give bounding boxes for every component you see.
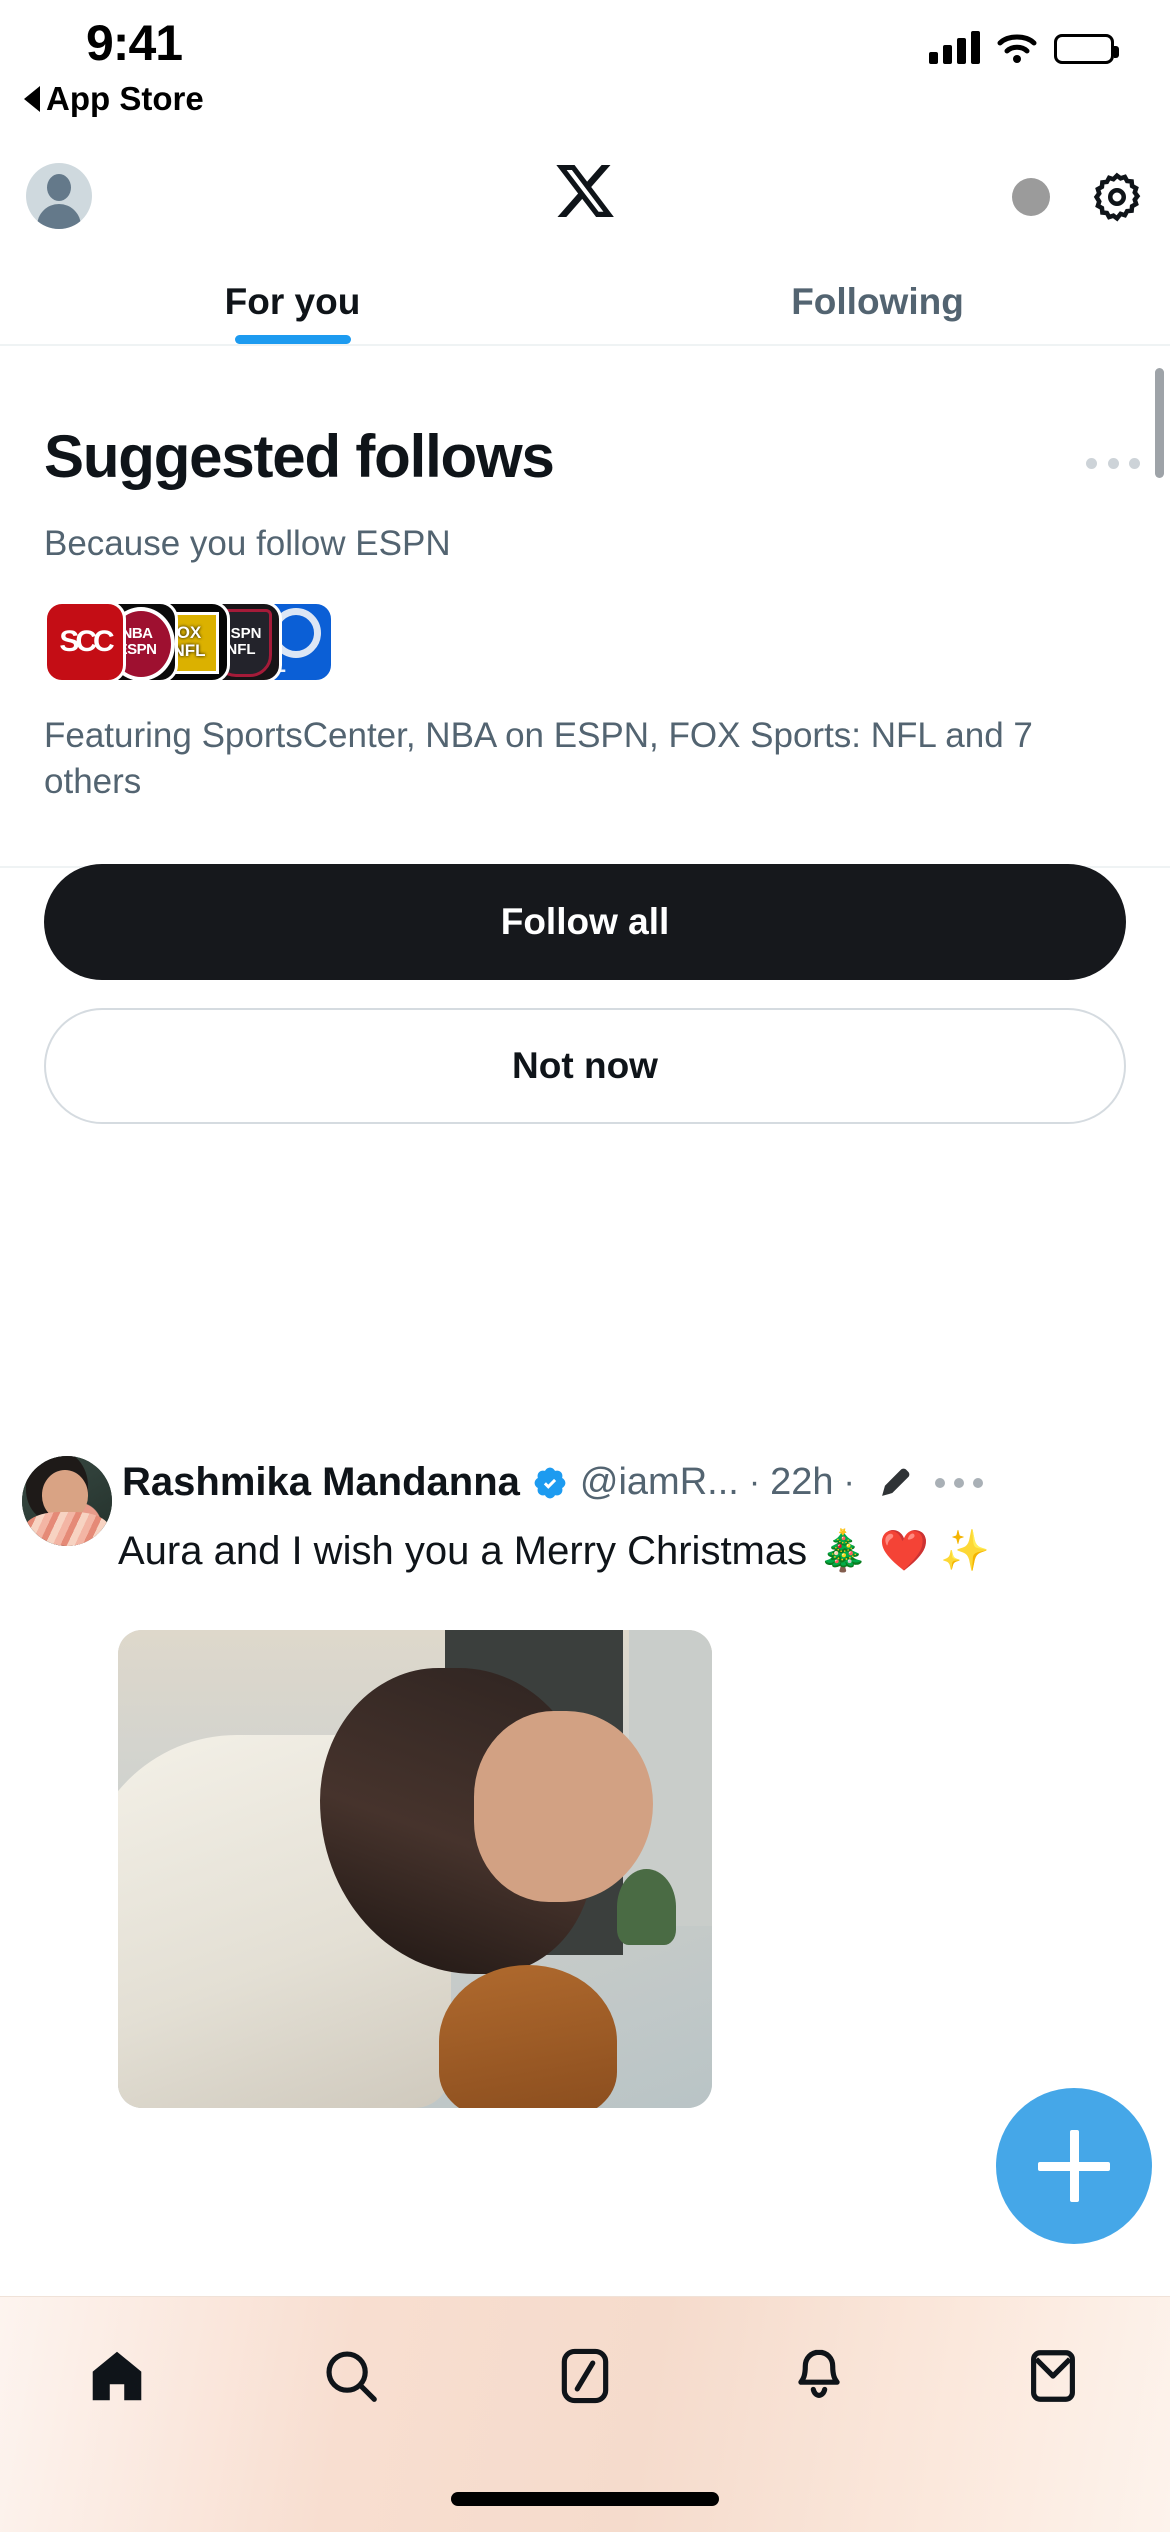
follow-all-button[interactable]: Follow all (44, 864, 1126, 980)
tweet-separator-2: · (843, 1463, 855, 1501)
media-dog (438, 1964, 617, 2108)
status-bar: 9:41 App Store (0, 0, 1170, 150)
nav-item-messages[interactable] (936, 2321, 1170, 2431)
home-indicator (451, 2492, 719, 2506)
verified-badge-icon (534, 1467, 566, 1498)
grok-icon[interactable] (1012, 178, 1050, 216)
battery-icon (1054, 34, 1119, 64)
tweet-timestamp: 22h (770, 1461, 834, 1503)
tweet-avatar-shirt (24, 1512, 110, 1546)
status-bar-indicators (929, 30, 1119, 64)
plus-icon-vertical (1069, 2130, 1079, 2202)
grok-slash-icon (561, 2348, 609, 2404)
media-plant (616, 1869, 677, 1946)
not-now-button[interactable]: Not now (44, 1008, 1126, 1124)
scrollbar[interactable] (1155, 368, 1164, 478)
bottom-nav-items (0, 2321, 1170, 2431)
edit-pencil-icon (881, 1468, 910, 1496)
tab-for-you-label: For you (224, 281, 361, 322)
tab-active-indicator (234, 335, 351, 344)
app-top-bar (0, 150, 1170, 260)
suggested-follows-subtitle: Because you follow ESPN (44, 524, 451, 563)
search-icon (326, 2351, 377, 2402)
app-screen: 9:41 App Store For you Following Suggest… (0, 0, 1170, 2532)
back-label: App Store (46, 80, 204, 117)
avatar-sportscenter-mark: SCC (59, 625, 114, 658)
tweet-card[interactable]: Rashmika Mandanna @iamR... · 22h · Aura … (0, 1418, 1170, 2244)
mail-icon (1031, 2350, 1075, 2402)
tweet-more-icon[interactable] (934, 1470, 983, 1496)
tab-for-you[interactable]: For you (0, 260, 585, 344)
avatar-body (37, 204, 81, 229)
tab-following-label: Following (791, 281, 964, 322)
nav-item-notifications[interactable] (702, 2321, 936, 2431)
status-bar-time: 9:41 (86, 15, 183, 71)
nav-item-home[interactable] (0, 2321, 234, 2431)
tweet-text: Aura and I wish you a Merry Christmas 🎄 … (118, 1529, 990, 1573)
bottom-navigation-bar (0, 2296, 1170, 2532)
suggested-follows-module: Suggested follows Because you follow ESP… (0, 348, 1170, 1124)
avatar-head (47, 174, 71, 201)
wifi-icon (997, 34, 1037, 63)
module-more-icon[interactable] (1086, 448, 1140, 478)
bell-icon (798, 2349, 840, 2398)
back-to-app-store-button[interactable]: App Store (24, 80, 204, 118)
back-triangle-icon (24, 86, 40, 112)
tweet-author-avatar[interactable] (22, 1456, 112, 1546)
avatar[interactable] (26, 163, 92, 229)
home-icon (92, 2351, 142, 2401)
tweet-media-image[interactable] (118, 1630, 712, 2108)
nav-item-grok[interactable] (468, 2321, 702, 2431)
feed-tabs: For you Following (0, 260, 1170, 346)
nav-item-search[interactable] (234, 2321, 468, 2431)
tweet-author-name[interactable]: Rashmika Mandanna (122, 1460, 520, 1505)
tab-following[interactable]: Following (585, 260, 1170, 344)
suggested-follows-featuring: Featuring SportsCenter, NBA on ESPN, FOX… (44, 716, 1033, 802)
compose-tweet-button[interactable] (996, 2088, 1152, 2244)
suggested-accounts-avatar-stack[interactable]: SCC NBAESPN OXNFL ESPNNFL FL (44, 601, 334, 683)
gear-icon[interactable] (1090, 170, 1144, 224)
avatar-sportscenter: SCC (44, 601, 126, 683)
tweet-author-handle: @iamR... (579, 1461, 739, 1503)
cellular-signal-icon (929, 30, 980, 64)
tweet-separator-1: · (748, 1463, 761, 1501)
tweet-header: Rashmika Mandanna @iamR... · 22h · (122, 1460, 1160, 1505)
x-logo (556, 165, 614, 217)
page-title: Suggested follows (44, 423, 555, 490)
